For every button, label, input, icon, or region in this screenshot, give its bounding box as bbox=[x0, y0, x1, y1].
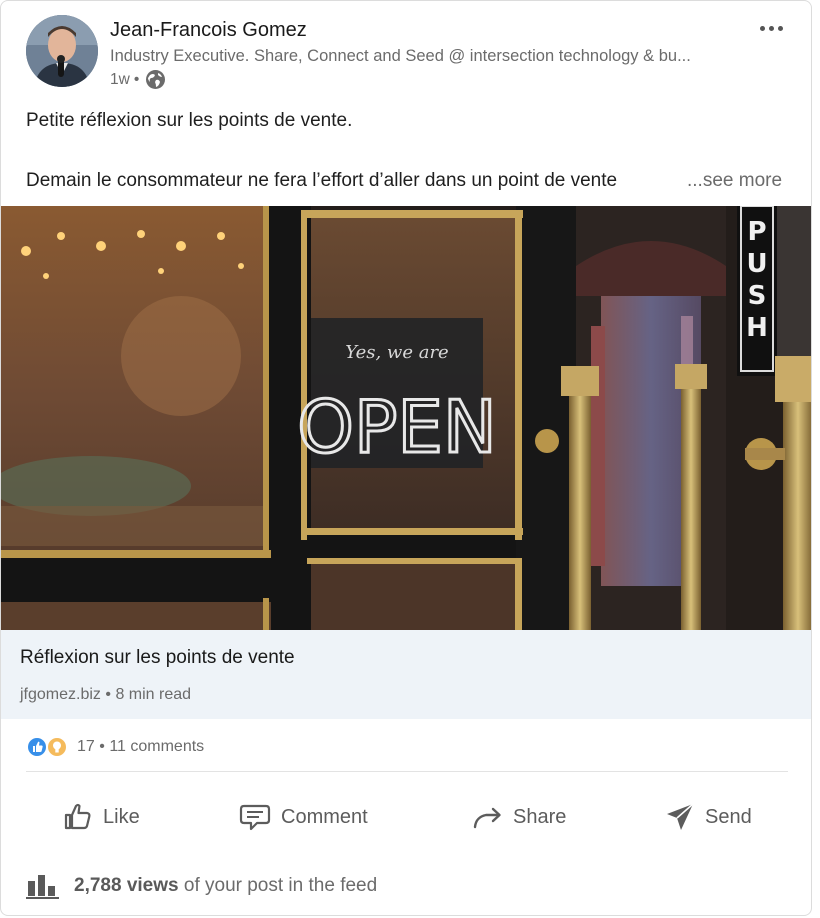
dot-icon bbox=[759, 25, 765, 31]
share-arrow-icon bbox=[473, 807, 501, 829]
sign-script-text: Yes, we are bbox=[345, 342, 448, 363]
send-button[interactable]: Send bbox=[664, 791, 752, 843]
dot-icon bbox=[777, 25, 783, 31]
insightful-reaction-icon[interactable] bbox=[46, 736, 68, 758]
post-time: 1w bbox=[110, 70, 130, 88]
author-avatar[interactable] bbox=[26, 15, 98, 87]
like-label: Like bbox=[103, 805, 140, 828]
article-title: Réflexion sur les points de vente bbox=[20, 647, 295, 668]
bar-chart-icon bbox=[26, 875, 59, 899]
article-domain: jfgomez.biz bbox=[20, 686, 101, 703]
article-read-time: 8 min read bbox=[115, 686, 192, 703]
post-text-line: Petite réflexion sur les points de vente… bbox=[26, 110, 353, 131]
reaction-count[interactable]: 17 bbox=[77, 738, 95, 755]
meta-separator: • bbox=[133, 70, 140, 88]
comment-button[interactable]: Comment bbox=[238, 791, 368, 843]
views-count: 2,788 views bbox=[74, 875, 179, 896]
author-headline: Industry Executive. Share, Connect and S… bbox=[110, 47, 691, 65]
meta-separator: • bbox=[105, 686, 111, 703]
divider bbox=[26, 771, 788, 772]
views-text: 2,788 views of your post in the feed bbox=[74, 875, 377, 897]
send-paper-plane-icon bbox=[667, 803, 694, 830]
author-name[interactable]: Jean-Francois Gomez bbox=[110, 19, 307, 42]
dot-icon bbox=[768, 25, 774, 31]
feed-post-card: Jean-Francois Gomez Industry Executive. … bbox=[0, 0, 812, 916]
post-text-line: Demain le consommateur ne fera l’effort … bbox=[26, 170, 618, 191]
post-views-link[interactable]: 2,788 views of your post in the feed bbox=[26, 873, 377, 899]
see-more-link[interactable]: ...see more bbox=[687, 170, 782, 192]
send-label: Send bbox=[705, 805, 752, 828]
comments-count[interactable]: 11 comments bbox=[109, 738, 204, 755]
article-link-preview[interactable]: Réflexion sur les points de vente jfgome… bbox=[1, 630, 811, 719]
post-actions-bar: Like Comment Share Send bbox=[1, 791, 811, 843]
like-button[interactable]: Like bbox=[62, 791, 140, 843]
article-image[interactable]: Yes, we are OPEN PUSH bbox=[1, 206, 811, 630]
share-button[interactable]: Share bbox=[472, 791, 566, 843]
post-meta: 1w • bbox=[110, 69, 166, 90]
sign-open-text: OPEN bbox=[297, 385, 496, 469]
views-suffix: of your post in the feed bbox=[183, 875, 378, 896]
thumbs-up-icon bbox=[64, 803, 91, 830]
social-counts: 17 • 11 comments bbox=[26, 735, 204, 759]
comment-icon bbox=[239, 804, 271, 831]
like-reaction-icon[interactable] bbox=[26, 736, 48, 758]
article-meta: jfgomez.biz • 8 min read bbox=[20, 686, 191, 704]
comment-label: Comment bbox=[281, 805, 368, 828]
share-label: Share bbox=[513, 805, 567, 828]
post-options-button[interactable] bbox=[751, 15, 791, 41]
globe-icon bbox=[145, 69, 166, 90]
social-summary: 17 • 11 comments bbox=[77, 738, 204, 756]
meta-separator: • bbox=[99, 738, 105, 755]
